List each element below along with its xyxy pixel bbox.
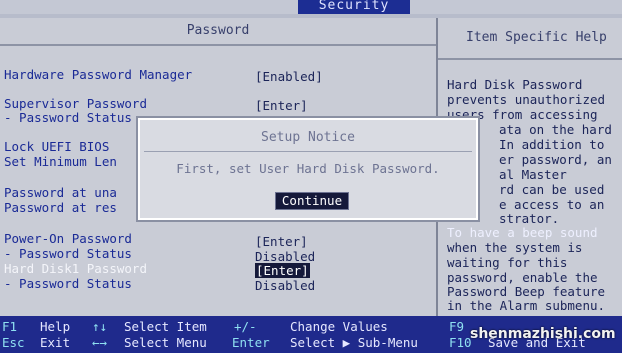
dialog-title: Setup Notice <box>261 130 355 145</box>
tab-security[interactable]: Security <box>298 0 410 14</box>
lock-uefi-bios[interactable]: Lock UEFI BIOS <box>4 139 109 154</box>
supervisor-password[interactable]: Supervisor Password <box>4 96 147 111</box>
password-at-restart[interactable]: Password at res <box>4 200 117 215</box>
help-line: er password, an <box>499 152 612 167</box>
hardware-password-manager[interactable]: Hardware Password Manager <box>4 67 192 82</box>
help-line: in the Alarm submenu. <box>447 298 606 313</box>
continue-button[interactable]: Continue <box>275 192 349 210</box>
hard-disk1-password-value[interactable]: [Enter] <box>255 263 310 278</box>
help-line: e access to an <box>499 197 605 212</box>
select-menu-hint: Select Menu <box>124 335 207 350</box>
power-on-password[interactable]: Power-On Password <box>4 231 132 246</box>
change-values-hint: Change Values <box>290 319 388 334</box>
hard-disk1-password-status: - Password Status <box>4 276 132 291</box>
hardware-password-manager-value[interactable]: [Enabled] <box>255 69 323 84</box>
submenu-hint: Select ▶ Sub-Menu <box>290 335 418 350</box>
select-item-hint: Select Item <box>124 319 207 334</box>
supervisor-password-value[interactable]: [Enter] <box>255 98 308 113</box>
dialog-message: First, set User Hard Disk Password. <box>176 161 440 176</box>
power-on-password-value[interactable]: [Enter] <box>255 234 308 249</box>
watermark: shenmazhishi.com <box>470 326 616 342</box>
help-line: ata on the hard <box>499 122 612 137</box>
bios-screen: Security Password Item Specific Help Har… <box>0 0 622 353</box>
help-line: waiting for this <box>447 255 568 270</box>
up-down-key: ↑↓ <box>92 319 108 334</box>
setup-notice-dialog: Setup Notice First, set User Hard Disk P… <box>138 118 478 220</box>
help-hint: Help <box>40 319 71 334</box>
power-on-password-status-value: Disabled <box>255 249 316 264</box>
help-line: Password Beep feature <box>447 284 606 299</box>
esc-key: Esc <box>2 335 25 350</box>
help-line: al Master <box>499 167 567 182</box>
password-at-unattended-boot[interactable]: Password at una <box>4 185 117 200</box>
help-line: when the system is <box>447 240 583 255</box>
supervisor-password-status: - Password Status <box>4 110 132 125</box>
left-right-key: ←→ <box>92 335 108 350</box>
plus-minus-key: +/- <box>234 319 257 334</box>
exit-hint: Exit <box>40 335 71 350</box>
help-line: password, enable the <box>447 270 598 285</box>
f9-key: F9 <box>449 319 465 334</box>
set-minimum-length[interactable]: Set Minimum Len <box>4 154 117 169</box>
hard-disk1-password-status-value: Disabled <box>255 278 316 293</box>
f1-key: F1 <box>2 319 18 334</box>
help-line: rd can be used <box>499 182 605 197</box>
help-line: strator. <box>499 211 560 226</box>
help-line: prevents unauthorized <box>447 92 606 107</box>
enter-key: Enter <box>232 335 270 350</box>
help-line: Hard Disk Password <box>447 77 583 92</box>
hard-disk1-password[interactable]: Hard Disk1 Password <box>4 261 147 276</box>
dialog-divider <box>144 151 472 152</box>
f10-key: F10 <box>449 335 472 350</box>
panel-title: Password <box>0 18 436 46</box>
help-line: In addition to <box>499 137 605 152</box>
help-line: To have a beep sound <box>447 225 598 240</box>
power-on-password-status: - Password Status <box>4 246 132 261</box>
help-title: Item Specific Help <box>438 18 622 60</box>
